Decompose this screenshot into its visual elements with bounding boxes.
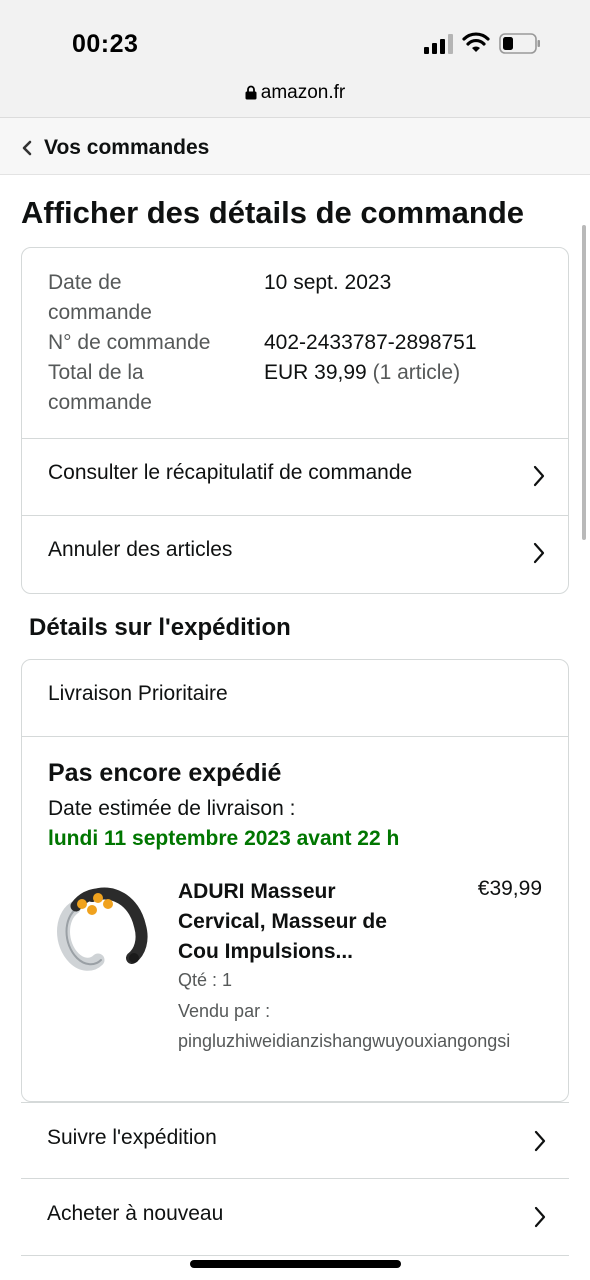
order-total-label-line1: Total de la [48,361,144,384]
order-summary-label: Consulter le récapitulatif de commande [48,461,413,484]
order-date-label-line2: commande [48,301,152,324]
divider [22,736,568,737]
url-text: amazon.fr [260,82,346,103]
shipping-section-title: Détails sur l'expédition [29,614,291,641]
order-date-label: Date de commande [48,268,248,328]
order-info-card: Date de commande 10 sept. 2023 N° de com… [21,247,569,594]
product-title-line2: Cervical, Masseur de [178,910,387,933]
order-date-value: 10 sept. 2023 [264,271,392,294]
shipment-status: Pas encore expédié [48,759,282,787]
order-item-count: (1 article) [372,361,461,384]
delivery-estimate-label: Date estimée de livraison : [48,797,296,820]
order-total-label-line2: commande [48,391,152,414]
shipping-method: Livraison Prioritaire [48,682,228,705]
seller-label: Vendu par : [178,1001,271,1021]
product-image[interactable] [52,878,152,978]
product-title-link[interactable]: ADURI Masseur Cervical, Masseur de Cou I… [178,877,418,967]
navigation-bar: Vos commandes [0,118,590,175]
cancel-items-label: Annuler des articles [48,538,233,561]
chevron-right-icon [534,1206,546,1228]
order-total-amount: EUR 39,99 [264,361,367,384]
seller-name: pingluzhiweidianzishangwuyouxiangongsi [178,1031,511,1051]
product-price: €39,99 [477,877,542,900]
order-summary-link[interactable]: Consulter le récapitulatif de commande [22,438,568,515]
order-total-label: Total de la commande [48,358,248,418]
address-bar[interactable]: amazon.fr [0,82,590,104]
track-shipment-link[interactable]: Suivre l'expédition [21,1102,569,1179]
back-to-orders-link[interactable]: Vos commandes [20,128,209,168]
chevron-right-icon [533,542,545,564]
product-title-line3: Cou Impulsions... [178,940,354,963]
order-total-value: EUR 39,99 (1 article) [264,358,460,388]
order-number-value: 402-2433787-2898751 [264,331,477,354]
buy-again-link[interactable]: Acheter à nouveau [21,1179,569,1256]
product-quantity: Qté : 1 [178,970,233,990]
buy-again-label: Acheter à nouveau [47,1202,224,1225]
shipment-card: Livraison Prioritaire Pas encore expédié… [21,659,569,1102]
cellular-signal-icon [424,34,453,54]
cancel-items-link[interactable]: Annuler des articles [22,515,568,592]
wifi-icon [462,32,490,52]
order-date-label-line1: Date de [48,271,122,294]
track-shipment-label: Suivre l'expédition [47,1126,217,1149]
chevron-right-icon [534,1130,546,1152]
battery-icon [499,33,540,54]
delivery-estimate-date: lundi 11 septembre 2023 avant 22 h [48,827,400,850]
page-title: Afficher des détails de commande [21,195,525,230]
scrollbar[interactable] [582,225,586,540]
status-time: 00:23 [72,30,139,58]
lock-icon [245,85,257,100]
home-indicator[interactable] [190,1260,401,1268]
browser-top-bar: 00:23 amazon.fr [0,0,590,118]
product-title-line1: ADURI Masseur [178,880,336,903]
order-number-label: N° de commande [48,331,211,354]
chevron-left-icon [22,140,32,156]
back-link-label: Vos commandes [44,136,210,159]
chevron-right-icon [533,465,545,487]
